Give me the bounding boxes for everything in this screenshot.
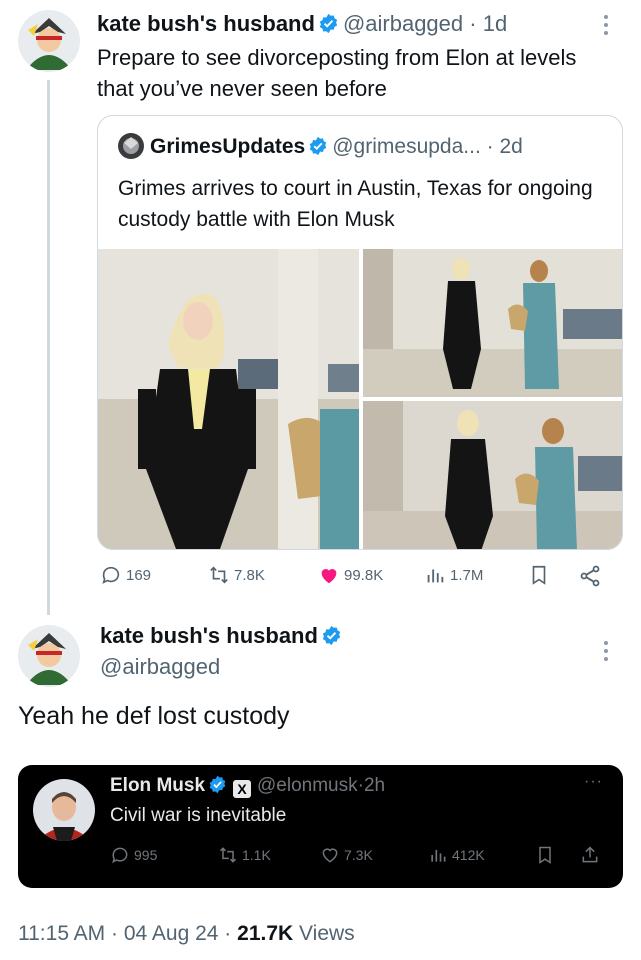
reply-count: 995 <box>134 847 158 863</box>
repost-count: 7.8K <box>234 566 265 584</box>
thread-connector-line <box>47 80 50 615</box>
repost-icon <box>210 566 228 584</box>
avatar[interactable] <box>18 10 80 72</box>
embedded-header: Elon Musk X @elonmusk·2h <box>110 775 385 800</box>
like-button[interactable]: 99.8K <box>318 564 383 586</box>
views-count: 412K <box>452 847 485 863</box>
handle[interactable]: @airbagged <box>100 654 220 680</box>
reply-button[interactable]: 169 <box>100 564 151 586</box>
total-views-count: 21.7K <box>237 922 294 945</box>
x-logo-icon: X <box>233 780 252 798</box>
share-icon <box>580 565 600 587</box>
post-date[interactable]: 04 Aug 24 <box>124 922 219 945</box>
verified-badge-icon <box>321 625 342 652</box>
share-button[interactable] <box>578 564 602 588</box>
tweet-header: kate bush's husband @airbagged · 1d <box>97 10 507 41</box>
handle[interactable]: @airbagged <box>343 11 463 36</box>
reply-button[interactable]: 995 <box>110 845 157 865</box>
embedded-action-bar: 995 1.1K 7.3K 412K <box>110 845 610 867</box>
verified-badge-icon <box>208 775 227 800</box>
bookmark-icon <box>539 846 551 864</box>
tweet-text: Prepare to see divorceposting from Elon … <box>97 45 577 101</box>
tweet-text: Yeah he def lost custody <box>18 702 290 730</box>
photo-bottom-right[interactable] <box>363 401 622 549</box>
more-options-icon[interactable]: ··· <box>584 773 603 791</box>
photo-top-right[interactable] <box>363 249 622 397</box>
reply-count: 169 <box>126 566 152 584</box>
repost-button[interactable]: 1.1K <box>218 845 271 865</box>
display-name[interactable]: kate bush's husband <box>97 11 315 36</box>
quote-header: GrimesUpdates @grimesupda... · 2d <box>118 133 523 162</box>
separator: · <box>486 135 494 158</box>
upload-icon <box>582 846 598 863</box>
embedded-display-name[interactable]: Elon Musk <box>110 775 205 796</box>
views-count: 1.7M <box>450 566 484 584</box>
photo-grid <box>98 249 622 549</box>
tweet2-display-name-row: kate bush's husband <box>100 623 346 652</box>
views-icon <box>427 569 444 583</box>
reply-icon <box>102 566 120 584</box>
views-button[interactable]: 412K <box>428 845 485 865</box>
repost-icon <box>219 847 237 863</box>
post-time[interactable]: 11:15 AM <box>18 922 105 945</box>
embedded-screenshot[interactable]: Elon Musk X @elonmusk·2h ··· Civil war is … <box>18 765 623 888</box>
separator: · <box>469 11 477 36</box>
like-count: 99.8K <box>344 566 384 584</box>
display-name[interactable]: kate bush's husband <box>100 623 318 648</box>
bookmark-icon <box>532 565 546 585</box>
more-options-icon[interactable] <box>603 14 609 36</box>
separator: · <box>111 922 119 945</box>
photo-left[interactable] <box>98 249 359 549</box>
like-button[interactable]: 7.3K <box>320 845 373 865</box>
verified-badge-icon <box>318 13 339 41</box>
tweet-metadata: 11:15 AM · 04 Aug 24 · 21.7K Views <box>18 922 355 946</box>
quote-timestamp[interactable]: 2d <box>499 135 522 158</box>
bookmark-button[interactable] <box>528 564 550 586</box>
views-button[interactable]: 1.7M <box>424 564 483 586</box>
quote-display-name[interactable]: GrimesUpdates <box>150 135 305 158</box>
embedded-handle[interactable]: @elonmusk <box>257 775 358 796</box>
more-options-icon[interactable] <box>603 640 609 662</box>
quote-avatar[interactable] <box>118 133 144 159</box>
quoted-tweet[interactable]: GrimesUpdates @grimesupda... · 2d Grimes … <box>97 115 623 550</box>
timestamp[interactable]: 1d <box>483 11 507 36</box>
views-label: Views <box>299 922 355 945</box>
heart-icon <box>322 848 338 863</box>
verified-badge-icon <box>308 136 328 162</box>
reply-icon <box>112 847 128 864</box>
embedded-timestamp[interactable]: 2h <box>364 775 385 796</box>
views-icon <box>431 850 446 862</box>
repost-button[interactable]: 7.8K <box>208 564 265 586</box>
quote-text: Grimes arrives to court in Austin, Texas… <box>118 177 593 231</box>
bookmark-button[interactable] <box>535 845 555 865</box>
avatar[interactable] <box>18 625 80 687</box>
embedded-text: Civil war is inevitable <box>110 805 287 826</box>
separator: · <box>224 922 232 945</box>
repost-count: 1.1K <box>242 847 271 863</box>
quote-handle[interactable]: @grimesupda... <box>332 135 481 158</box>
upload-button[interactable] <box>580 845 600 865</box>
elon-avatar[interactable] <box>33 779 95 841</box>
like-count: 7.3K <box>344 847 373 863</box>
action-bar: 169 7.8K 99.8K 1.7M <box>100 564 620 590</box>
heart-icon <box>321 569 337 584</box>
